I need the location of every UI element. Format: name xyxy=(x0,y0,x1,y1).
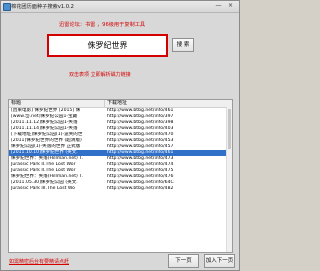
table-body: [因果电影] 侏罗纪世界 [2015] 侏 http://www.btbg.net… xyxy=(9,108,232,192)
add-next-page-button[interactable]: 加入下一页 xyxy=(204,254,235,268)
app-icon xyxy=(3,3,11,11)
row-title: Jurassic Park III.The Lost Wo xyxy=(11,186,75,191)
table-row[interactable]: Jurassic Park III.The Lost Wo http://www.… xyxy=(9,186,232,192)
table-header: 标题 下载地址 xyxy=(9,100,232,108)
search-input[interactable]: 侏罗纪世界 xyxy=(47,34,168,57)
results-table[interactable]: 标题 下载地址 [因果电影] 侏罗纪世界 [2015] 侏 http://www.… xyxy=(8,99,233,253)
double-click-hint: 双击表项 立即解析磁力链接 xyxy=(69,72,131,78)
app-window: 棉花团历面种子搜索v1.0.2 — × 迅雷论坛：书雷 ，96级用于复制工具 侏… xyxy=(0,0,240,271)
row-url: http://www.btbg.net/info/482 xyxy=(107,186,174,191)
column-header-url[interactable]: 下载地址 xyxy=(105,100,232,107)
vertical-scrollbar[interactable] xyxy=(226,107,232,252)
window-title: 棉花团历面种子搜索v1.0.2 xyxy=(11,4,74,10)
minimize-button[interactable]: — xyxy=(214,2,223,10)
next-page-button[interactable]: 下一页 xyxy=(168,254,199,268)
help-link[interactable]: 如需精密后台有要精请点赶 xyxy=(9,258,69,265)
search-hint: 迅雷论坛：书雷 ，96级用于复制工具 xyxy=(59,22,146,28)
close-button[interactable]: × xyxy=(226,2,235,10)
column-header-title[interactable]: 标题 xyxy=(9,100,105,107)
scrollbar-thumb[interactable] xyxy=(228,109,231,149)
search-button[interactable]: 搜 索 xyxy=(172,38,194,52)
title-bar: 棉花团历面种子搜索v1.0.2 — × xyxy=(1,1,239,13)
